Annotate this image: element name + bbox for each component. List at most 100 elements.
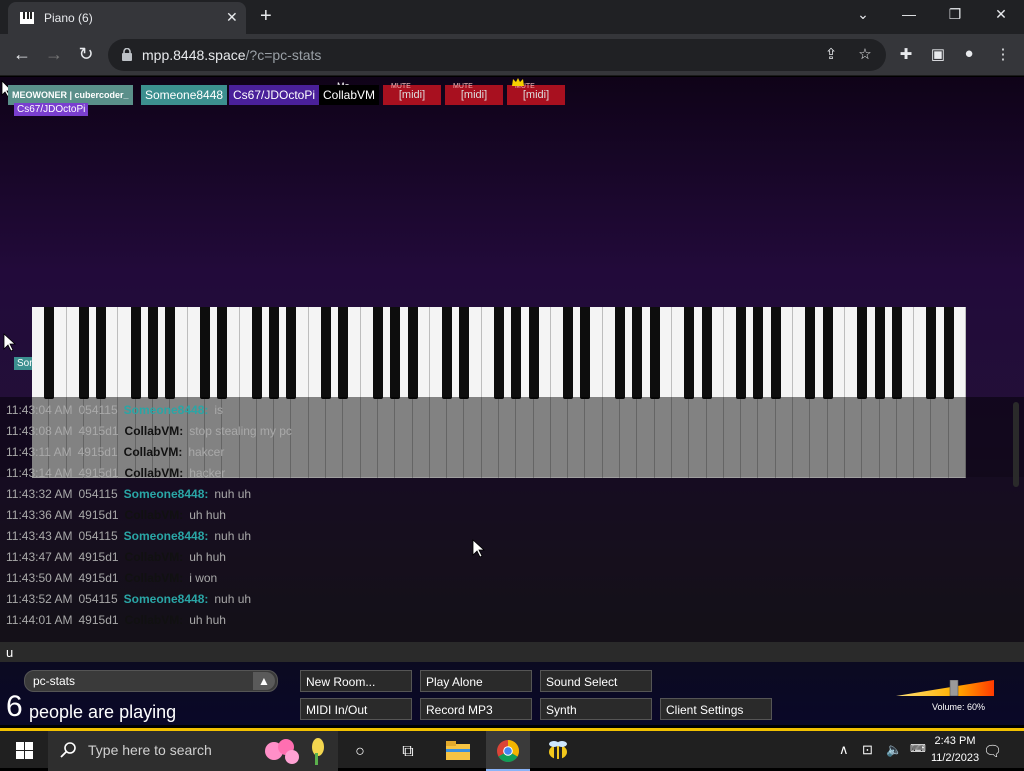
midi-inout-button[interactable]: MIDI In/Out <box>300 698 412 720</box>
black-key[interactable] <box>459 307 470 399</box>
restore-icon[interactable]: ❐ <box>940 6 970 23</box>
chat-username: Someone8448: <box>123 592 209 606</box>
participant-tag-cs67[interactable]: Cs67/JDOctoPi <box>229 85 320 105</box>
sound-select-button[interactable]: Sound Select <box>540 670 652 692</box>
black-key[interactable] <box>372 307 383 399</box>
participant-tag-someone8448[interactable]: Someone8448 <box>141 85 228 105</box>
room-selector[interactable]: pc-stats ▲ <box>24 670 278 692</box>
black-key[interactable] <box>649 307 660 399</box>
address-bar[interactable]: mpp.8448.space/?c=pc-stats ⇪ ☆ <box>108 39 886 71</box>
chrome-taskbar-button[interactable] <box>486 731 530 771</box>
file-explorer-icon[interactable] <box>446 741 470 761</box>
chat-input[interactable] <box>0 642 1024 662</box>
bookmark-star-icon[interactable]: ☆ <box>856 45 874 63</box>
chat-text: nuh uh <box>214 592 252 606</box>
black-key[interactable] <box>148 307 159 399</box>
chat-text: hacker <box>189 466 226 480</box>
black-key[interactable] <box>943 307 954 399</box>
show-hidden-icons-icon[interactable]: ∧ <box>839 742 849 758</box>
volume-muted-icon[interactable]: 🔈 <box>886 742 902 758</box>
url-host: mpp.8448.space <box>142 47 246 63</box>
volume-knob[interactable] <box>949 680 959 696</box>
task-view-icon[interactable]: ⧉ <box>391 737 425 767</box>
chat-text: uh huh <box>189 613 226 627</box>
flowers-search-highlight-icon <box>265 738 324 765</box>
black-key[interactable] <box>165 307 176 399</box>
black-key[interactable] <box>753 307 764 399</box>
black-key[interactable] <box>217 307 228 399</box>
extensions-icon[interactable]: ✚ <box>897 45 915 63</box>
chat-user-id: 4915d1 <box>78 550 119 564</box>
black-key[interactable] <box>528 307 539 399</box>
taskbar-search-box[interactable]: Type here to search <box>48 731 338 771</box>
black-key[interactable] <box>511 307 522 399</box>
black-key[interactable] <box>684 307 695 399</box>
share-icon[interactable]: ⇪ <box>822 45 840 63</box>
chat-scrollbar[interactable] <box>1013 402 1019 487</box>
black-key[interactable] <box>407 307 418 399</box>
record-mp3-button[interactable]: Record MP3 <box>420 698 532 720</box>
black-key[interactable] <box>736 307 747 399</box>
black-key[interactable] <box>130 307 141 399</box>
black-key[interactable] <box>199 307 210 399</box>
participant-tag-me[interactable]: CollabVM <box>319 85 380 105</box>
tab-piano[interactable]: Piano (6) ✕ <box>8 2 246 34</box>
black-key[interactable] <box>494 307 504 399</box>
side-panel-icon[interactable]: ▣ <box>929 45 947 63</box>
bee-app-icon[interactable] <box>546 739 570 763</box>
black-key[interactable] <box>286 307 297 399</box>
synth-button[interactable]: Synth <box>540 698 652 720</box>
new-room-button[interactable]: New Room... <box>300 670 412 692</box>
black-key[interactable] <box>926 307 937 399</box>
black-key[interactable] <box>563 307 574 399</box>
close-tab-icon[interactable]: ✕ <box>226 9 238 26</box>
clock-time: 2:43 PM <box>934 735 976 747</box>
black-key[interactable] <box>701 307 712 399</box>
black-key[interactable] <box>822 307 833 399</box>
chat-user-id: 4915d1 <box>78 508 119 522</box>
people-playing-label: people are playing <box>29 702 177 722</box>
cortana-icon[interactable]: ○ <box>343 737 377 767</box>
language-icon[interactable]: ⌨ <box>910 742 926 755</box>
black-key[interactable] <box>251 307 262 399</box>
play-alone-button[interactable]: Play Alone <box>420 670 532 692</box>
minimize-icon[interactable]: — <box>894 6 924 22</box>
windows-start-icon[interactable] <box>16 742 33 759</box>
black-key[interactable] <box>857 307 868 399</box>
taskbar-clock[interactable]: 2:43 PM 11/2/2023 <box>930 733 980 767</box>
chat-message: 11:43:43 AM 054115 Someone8448: nuh uh <box>6 529 257 549</box>
black-key[interactable] <box>44 307 55 399</box>
back-icon[interactable]: ← <box>11 44 33 64</box>
black-key[interactable] <box>390 307 401 399</box>
black-key[interactable] <box>632 307 643 399</box>
black-key[interactable] <box>615 307 626 399</box>
client-settings-button[interactable]: Client Settings <box>660 698 772 720</box>
black-key[interactable] <box>321 307 332 399</box>
black-key[interactable] <box>269 307 280 399</box>
chat-message: 11:43:50 AM 4915d1 CollabVM: i won <box>6 571 223 591</box>
forward-icon[interactable]: → <box>43 44 65 64</box>
new-tab-button[interactable]: + <box>260 6 272 26</box>
black-key[interactable] <box>338 307 349 399</box>
chat-text: i won <box>189 571 218 585</box>
menu-kebab-icon[interactable]: ⋮ <box>994 45 1012 63</box>
reload-icon[interactable]: ↻ <box>75 44 97 64</box>
black-key[interactable] <box>891 307 902 399</box>
network-icon[interactable]: ⊡ <box>862 742 873 758</box>
room-arrow-up-icon[interactable]: ▲ <box>253 672 275 690</box>
black-key[interactable] <box>580 307 591 399</box>
profile-avatar-icon[interactable]: ● <box>960 45 978 63</box>
black-key[interactable] <box>442 307 453 399</box>
close-window-icon[interactable]: ✕ <box>986 6 1016 23</box>
black-key[interactable] <box>874 307 885 399</box>
chat-time: 11:43:36 AM <box>6 508 73 522</box>
black-key[interactable] <box>805 307 816 399</box>
volume-slider[interactable] <box>896 680 994 696</box>
black-key[interactable] <box>770 307 781 399</box>
black-key[interactable] <box>96 307 107 399</box>
black-key[interactable] <box>78 307 89 399</box>
owner-tag[interactable]: MEOWONER | cubercoder_ <box>8 85 133 105</box>
notifications-icon[interactable]: 🗨 <box>983 742 1002 760</box>
tab-search-icon[interactable]: ⌄ <box>848 6 878 23</box>
control-bar: pc-stats ▲ 6 people are playing New Room… <box>0 662 1024 725</box>
